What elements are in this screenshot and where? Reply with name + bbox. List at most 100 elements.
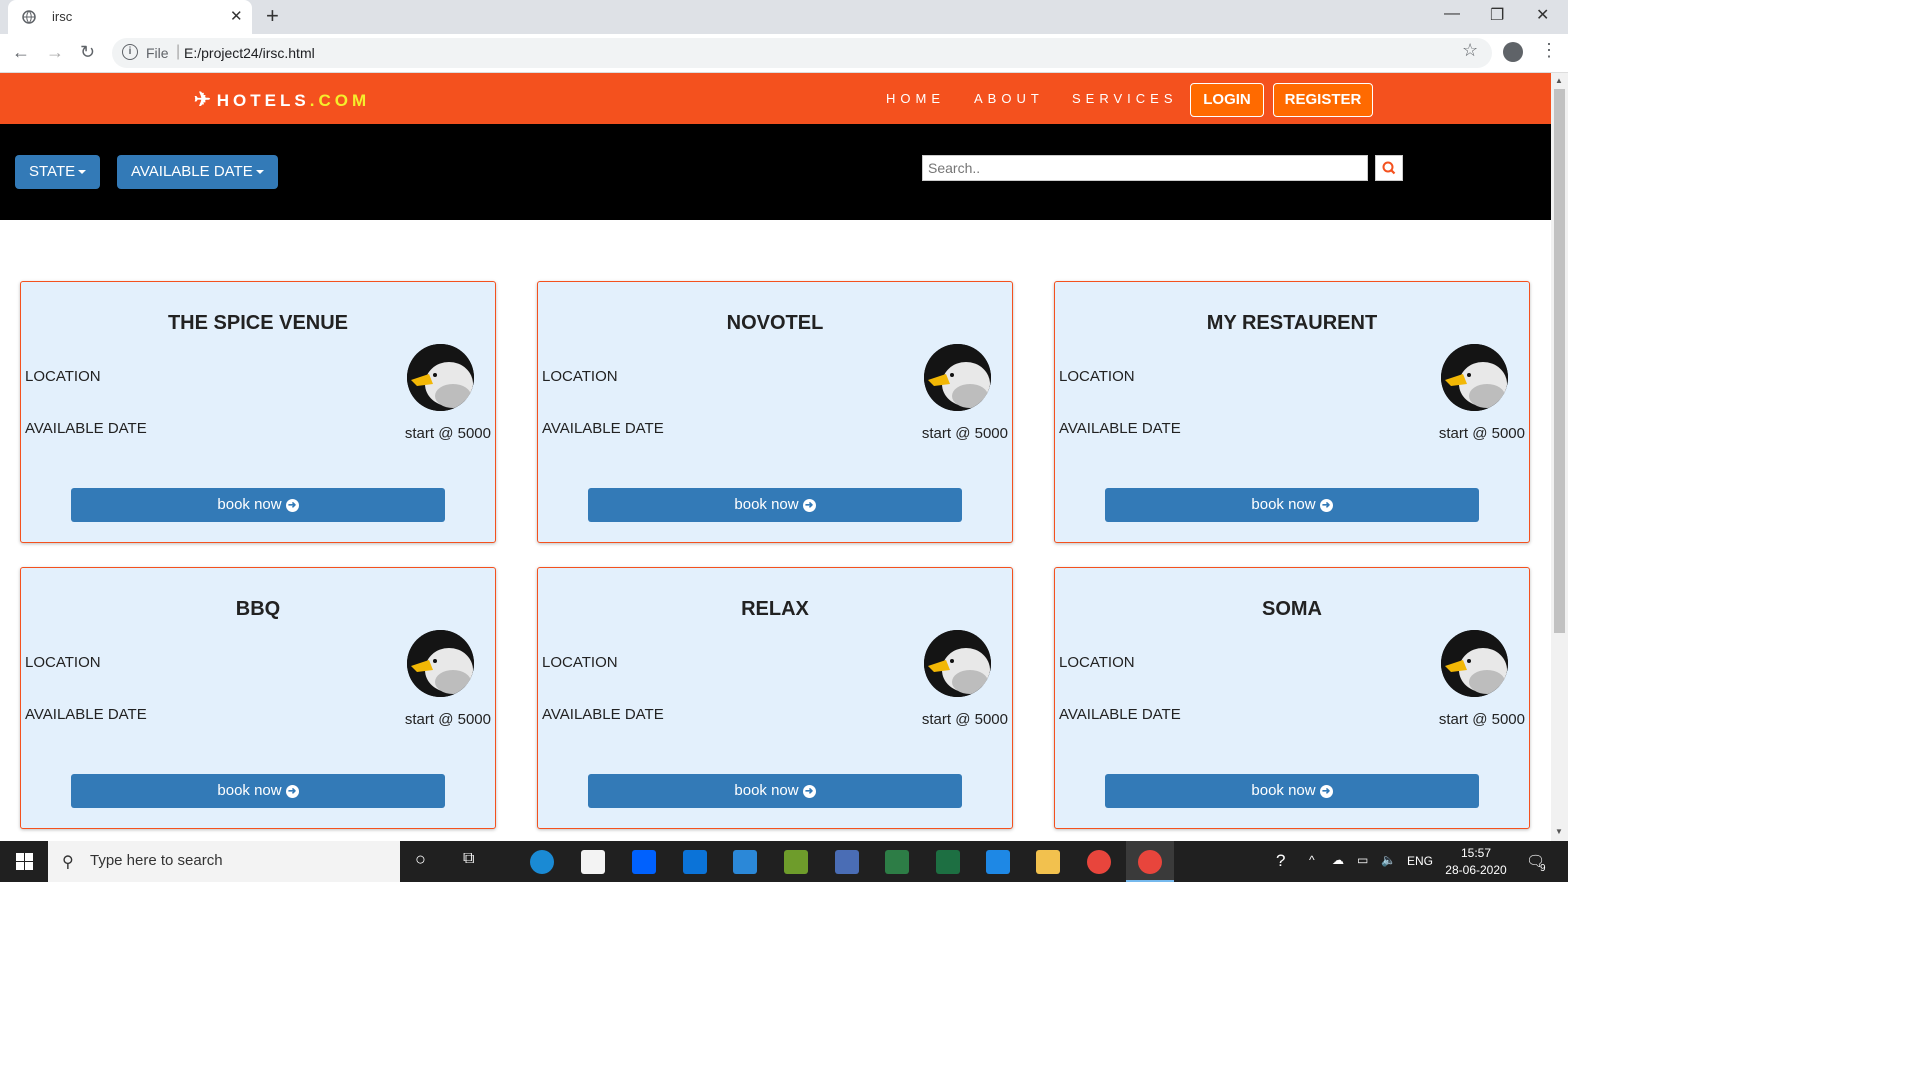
files-icon[interactable] — [885, 850, 909, 874]
state-dropdown[interactable]: STATE — [15, 155, 101, 189]
task-view-icon[interactable]: ⧉ — [463, 850, 474, 868]
arrow-circle-right-icon: ➜ — [802, 498, 816, 512]
book-now-label: book now — [734, 782, 799, 799]
active-taskbar-item[interactable] — [1126, 841, 1174, 882]
hotel-photo — [1441, 344, 1508, 411]
caret-down-icon — [78, 170, 87, 175]
separator: | — [176, 43, 181, 60]
available-date-label: AVAILABLE DATE — [542, 706, 664, 723]
nav-services[interactable]: SERVICES — [1072, 91, 1178, 106]
available-date-label: AVAILABLE DATE — [1059, 420, 1181, 437]
search-button[interactable] — [1375, 155, 1403, 181]
hotel-card: MY RESTAURENT LOCATION AVAILABLE DATE st… — [1054, 281, 1530, 543]
book-now-button[interactable]: book now ➜ — [71, 774, 445, 808]
language-indicator[interactable]: ENG — [1407, 854, 1433, 868]
hotel-title: MY RESTAURENT — [1206, 312, 1378, 334]
book-now-button[interactable]: book now ➜ — [588, 488, 962, 522]
location-label: LOCATION — [1059, 368, 1135, 385]
store-icon[interactable] — [581, 850, 605, 874]
hotel-title: THE SPICE VENUE — [167, 312, 349, 334]
book-now-label: book now — [217, 782, 282, 799]
price-text: start @ 5000 — [404, 425, 491, 442]
search-icon: ⚲ — [62, 854, 74, 871]
new-tab-icon[interactable]: + — [266, 3, 279, 29]
minimize-icon[interactable]: — — [1444, 5, 1460, 23]
url-text[interactable]: E:/project24/irsc.html — [184, 45, 315, 61]
available-date-label: AVAILABLE DATE — [1059, 706, 1181, 723]
location-label: LOCATION — [542, 654, 618, 671]
hotel-card: NOVOTEL LOCATION AVAILABLE DATE start @ … — [537, 281, 1013, 543]
profile-avatar-icon[interactable] — [1503, 42, 1523, 62]
scroll-thumb[interactable] — [1554, 89, 1565, 633]
eagle-image — [407, 344, 474, 411]
chevron-up-icon[interactable]: ^ — [1309, 853, 1315, 867]
hotel-photo — [407, 344, 474, 411]
date-dropdown[interactable]: AVAILABLE DATE — [117, 155, 278, 189]
browser-tab[interactable]: irsc ✕ — [8, 0, 252, 34]
excel-icon[interactable] — [936, 850, 960, 874]
remote-desktop-icon[interactable] — [835, 850, 859, 874]
close-tab-icon[interactable]: ✕ — [230, 7, 243, 25]
cortana-icon[interactable]: ○ — [415, 849, 426, 870]
arrow-circle-right-icon: ➜ — [1319, 784, 1333, 798]
forward-icon[interactable]: → — [46, 42, 64, 63]
location-label: LOCATION — [25, 654, 101, 671]
site-logo[interactable]: ✈ HOTELS.COM — [194, 87, 370, 112]
book-now-label: book now — [734, 496, 799, 513]
book-now-button[interactable]: book now ➜ — [1105, 774, 1479, 808]
info-icon[interactable]: i — [122, 44, 138, 60]
file-explorer-icon[interactable] — [1036, 850, 1060, 874]
register-button[interactable]: REGISTER — [1273, 83, 1373, 117]
scroll-up-icon[interactable]: ▲ — [1555, 76, 1563, 85]
cloud-icon[interactable]: ☁ — [1332, 853, 1344, 867]
restore-icon[interactable]: ❐ — [1490, 5, 1504, 25]
window-close-icon[interactable]: ✕ — [1536, 5, 1549, 25]
book-now-button[interactable]: book now ➜ — [588, 774, 962, 808]
eagle-image — [1441, 344, 1508, 411]
more-menu-icon[interactable]: ⋮ — [1540, 40, 1558, 61]
windows-start-icon[interactable] — [16, 853, 33, 870]
hotel-card: SOMA LOCATION AVAILABLE DATE start @ 500… — [1054, 567, 1530, 829]
network-tool-icon[interactable] — [784, 850, 808, 874]
app-icon[interactable] — [683, 850, 707, 874]
help-icon[interactable]: ? — [1276, 851, 1285, 871]
eagle-image — [924, 344, 991, 411]
nav-about[interactable]: ABOUT — [974, 91, 1044, 106]
back-icon[interactable]: ← — [12, 42, 30, 63]
edge-icon[interactable] — [530, 850, 554, 874]
bookmark-star-icon[interactable]: ☆ — [1462, 40, 1478, 61]
available-date-label: AVAILABLE DATE — [25, 420, 147, 437]
app-icon[interactable] — [986, 850, 1010, 874]
mail-icon[interactable] — [733, 850, 757, 874]
taskbar-search-box[interactable]: ⚲ Type here to search — [48, 841, 400, 882]
nav-home[interactable]: HOME — [886, 91, 945, 106]
hotel-card: BBQ LOCATION AVAILABLE DATE start @ 5000… — [20, 567, 496, 829]
dropbox-icon[interactable] — [632, 850, 656, 874]
battery-icon[interactable]: ▭ — [1357, 853, 1368, 867]
clock-time: 15:57 — [1460, 846, 1492, 860]
airplane-icon: ✈ — [194, 89, 215, 111]
search-input[interactable] — [922, 155, 1368, 181]
scroll-down-icon[interactable]: ▼ — [1555, 827, 1563, 836]
reload-icon[interactable]: ↻ — [80, 42, 95, 63]
eagle-image — [1441, 630, 1508, 697]
taskbar-clock[interactable]: 15:57 28-06-2020 — [1444, 845, 1508, 879]
book-now-button[interactable]: book now ➜ — [71, 488, 445, 522]
filter-bar: STATE AVAILABLE DATE — [0, 124, 1551, 220]
hotel-title: NOVOTEL — [726, 312, 824, 334]
page-scrollbar[interactable]: ▲ ▼ — [1551, 73, 1568, 841]
notification-count: 9 — [1540, 863, 1546, 874]
hotel-title: BBQ — [235, 598, 281, 620]
hotel-card: RELAX LOCATION AVAILABLE DATE start @ 50… — [537, 567, 1013, 829]
login-button[interactable]: LOGIN — [1190, 83, 1264, 117]
logo-text: HOTELS — [216, 91, 310, 110]
volume-icon[interactable]: 🔈 — [1381, 853, 1396, 867]
chrome-icon[interactable] — [1087, 850, 1111, 874]
address-bar[interactable]: i File | E:/project24/irsc.html — [112, 38, 1492, 68]
book-now-label: book now — [217, 496, 282, 513]
caret-down-icon — [255, 170, 264, 175]
state-dropdown-label: STATE — [29, 163, 76, 180]
hotel-card: THE SPICE VENUE LOCATION AVAILABLE DATE … — [20, 281, 496, 543]
price-text: start @ 5000 — [1438, 711, 1525, 728]
book-now-button[interactable]: book now ➜ — [1105, 488, 1479, 522]
